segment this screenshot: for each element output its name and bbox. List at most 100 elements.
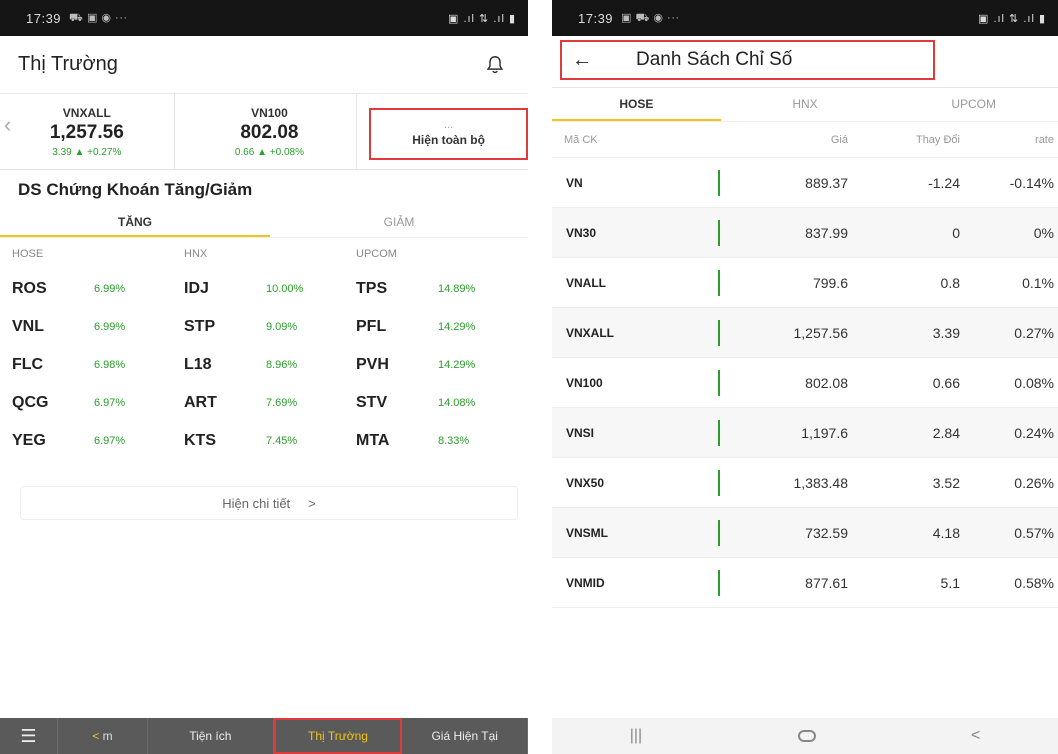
stock-cell[interactable]: TPS 14.89%	[356, 280, 528, 298]
stock-cell[interactable]: STV 14.08%	[356, 394, 528, 412]
stock-cell[interactable]: MTA 8.33%	[356, 432, 528, 450]
list-item: YEG 6.97% KTS 7.45% MTA 8.33%	[0, 422, 528, 460]
index-name: VN100	[251, 105, 288, 120]
stock-cell[interactable]: QCG 6.97%	[12, 394, 184, 412]
stock-symbol: FLC	[12, 356, 44, 373]
chevron-left-icon[interactable]: ‹	[4, 112, 11, 138]
nav-back-label: m	[102, 729, 113, 743]
tab-down[interactable]: GIẢM	[270, 208, 528, 237]
status-bar: 17:39 ⛟ ▣ ◉ ··· ▣ .ıl ⇅ .ıl ▮	[0, 0, 528, 36]
nav-current-price[interactable]: Giá Hiện Tại	[402, 718, 528, 754]
stock-cell[interactable]: ART 7.69%	[184, 394, 356, 412]
index-price: 732.59	[805, 524, 848, 541]
table-row[interactable]: VN100 802.08 0.66 0.08%	[552, 358, 1058, 408]
stock-cell[interactable]: ROS 6.99%	[12, 280, 184, 298]
stock-symbol: STV	[356, 394, 388, 411]
stock-cell[interactable]: YEG 6.97%	[12, 432, 184, 450]
page-title: Thị Trường	[18, 53, 118, 75]
stock-pct: 7.69%	[266, 397, 298, 409]
nav-back-button[interactable]: < m	[58, 718, 148, 754]
table-header: Mã CK Giá Thay Đổi rate	[552, 122, 1058, 158]
notification-icons: ▣ ⛟ ◉ ···	[621, 11, 680, 24]
table-row[interactable]: VNX50 1,383.48 3.52 0.26%	[552, 458, 1058, 508]
app-header: Thị Trường	[0, 36, 528, 94]
show-details-button[interactable]: Hiện chi tiết >	[20, 486, 518, 520]
index-table: VN 889.37 -1.24 -0.14% VN30 837.99 0 0% VNALL 7…	[552, 158, 1058, 608]
index-card-vnxall[interactable]: VNXALL 1,257.56 3.39 ▲ +0.27%	[0, 94, 175, 169]
stock-cell[interactable]: FLC 6.98%	[12, 356, 184, 374]
index-code: VNX50	[566, 475, 605, 490]
stock-symbol: ROS	[12, 280, 47, 297]
list-item: FLC 6.98% L18 8.96% PVH 14.29%	[0, 346, 528, 384]
index-change: 3.52	[932, 474, 960, 491]
stock-symbol: ART	[184, 394, 217, 411]
stock-cell[interactable]: PFL 14.29%	[356, 318, 528, 336]
status-time: 17:39	[26, 10, 62, 26]
stock-pct: 6.97%	[94, 435, 126, 447]
nav-market[interactable]: Thị Trường	[273, 718, 403, 754]
nav-tools[interactable]: Tiện ích	[148, 718, 274, 754]
tab-hose[interactable]: HOSE	[552, 88, 721, 121]
stock-cell[interactable]: KTS 7.45%	[184, 432, 356, 450]
index-value: 1,257.56	[49, 121, 124, 143]
stock-symbol: IDJ	[184, 280, 209, 297]
stock-cell[interactable]: L18 8.96%	[184, 356, 356, 374]
table-row[interactable]: VN30 837.99 0 0%	[552, 208, 1058, 258]
stock-symbol: QCG	[12, 394, 49, 411]
bottom-nav: ☰ < m Tiện ích Thị Trường Giá Hiện Tại	[0, 718, 528, 754]
show-all-button[interactable]: ... Hiện toàn bộ	[369, 108, 528, 160]
index-price: 837.99	[805, 224, 848, 241]
notification-icons: ⛟ ▣ ◉ ···	[69, 11, 128, 24]
table-row[interactable]: VNXALL 1,257.56 3.39 0.27%	[552, 308, 1058, 358]
index-price: 1,257.56	[793, 324, 849, 341]
bell-icon[interactable]	[484, 54, 506, 76]
index-code: VN30	[566, 225, 597, 240]
stock-pct: 7.45%	[266, 435, 298, 447]
system-nav-bar: ||| <	[552, 718, 1058, 754]
back-arrow-icon[interactable]: ←	[562, 49, 636, 72]
index-change: 0.66 ▲ +0.08%	[234, 146, 304, 158]
table-row[interactable]: VNMID 877.61 5.1 0.58%	[552, 558, 1058, 608]
tab-hnx[interactable]: HNX	[721, 88, 890, 121]
tab-up[interactable]: TĂNG	[0, 208, 270, 237]
index-card-vn100[interactable]: VN100 802.08 0.66 ▲ +0.08%	[183, 94, 358, 169]
stock-cell[interactable]: PVH 14.29%	[356, 356, 528, 374]
system-back-icon[interactable]: <	[971, 727, 980, 745]
stock-pct: 6.99%	[94, 321, 126, 333]
exchange-label: UPCOM	[356, 248, 397, 260]
index-code: VNXALL	[566, 325, 614, 340]
table-row[interactable]: VN 889.37 -1.24 -0.14%	[552, 158, 1058, 208]
stock-symbol: MTA	[356, 432, 390, 449]
stock-cell[interactable]: VNL 6.99%	[12, 318, 184, 336]
list-item: QCG 6.97% ART 7.69% STV 14.08%	[0, 384, 528, 422]
stock-pct: 6.99%	[94, 283, 126, 295]
menu-icon[interactable]: ☰	[0, 718, 58, 754]
stock-pct: 14.08%	[438, 397, 476, 409]
recent-apps-icon[interactable]: |||	[630, 727, 642, 745]
home-icon[interactable]	[797, 730, 816, 742]
stock-symbol: PVH	[356, 356, 389, 373]
table-row[interactable]: VNALL 799.6 0.8 0.1%	[552, 258, 1058, 308]
exchange-tabs: HOSE HNX UPCOM	[552, 88, 1058, 122]
stock-symbol: KTS	[184, 432, 216, 449]
stock-symbol: YEG	[12, 432, 46, 449]
index-code: VNMID	[566, 575, 605, 590]
stock-symbol: PFL	[356, 318, 387, 335]
column-change: Thay Đổi	[915, 133, 960, 146]
stock-cell[interactable]: IDJ 10.00%	[184, 280, 356, 298]
table-row[interactable]: VNSI 1,197.6 2.84 0.24%	[552, 408, 1058, 458]
stock-pct: 6.98%	[94, 359, 126, 371]
index-change: 2.84	[932, 424, 960, 441]
table-row[interactable]: VNSML 732.59 4.18 0.57%	[552, 508, 1058, 558]
index-rate: 0.27%	[1014, 324, 1054, 341]
stock-cell[interactable]: STP 9.09%	[184, 318, 356, 336]
index-code: VNALL	[566, 275, 606, 290]
page-title: Danh Sách Chỉ Số	[636, 49, 793, 70]
market-screen: 17:39 ⛟ ▣ ◉ ··· ▣ .ıl ⇅ .ıl ▮ Thị Trường…	[0, 0, 528, 754]
stock-symbol: VNL	[12, 318, 44, 335]
signal-battery-icons: ▣ .ıl ⇅ .ıl ▮	[978, 12, 1046, 25]
index-price: 799.6	[812, 274, 848, 291]
stock-symbol: STP	[184, 318, 216, 335]
stock-pct: 8.96%	[266, 359, 298, 371]
tab-upcom[interactable]: UPCOM	[889, 88, 1058, 121]
